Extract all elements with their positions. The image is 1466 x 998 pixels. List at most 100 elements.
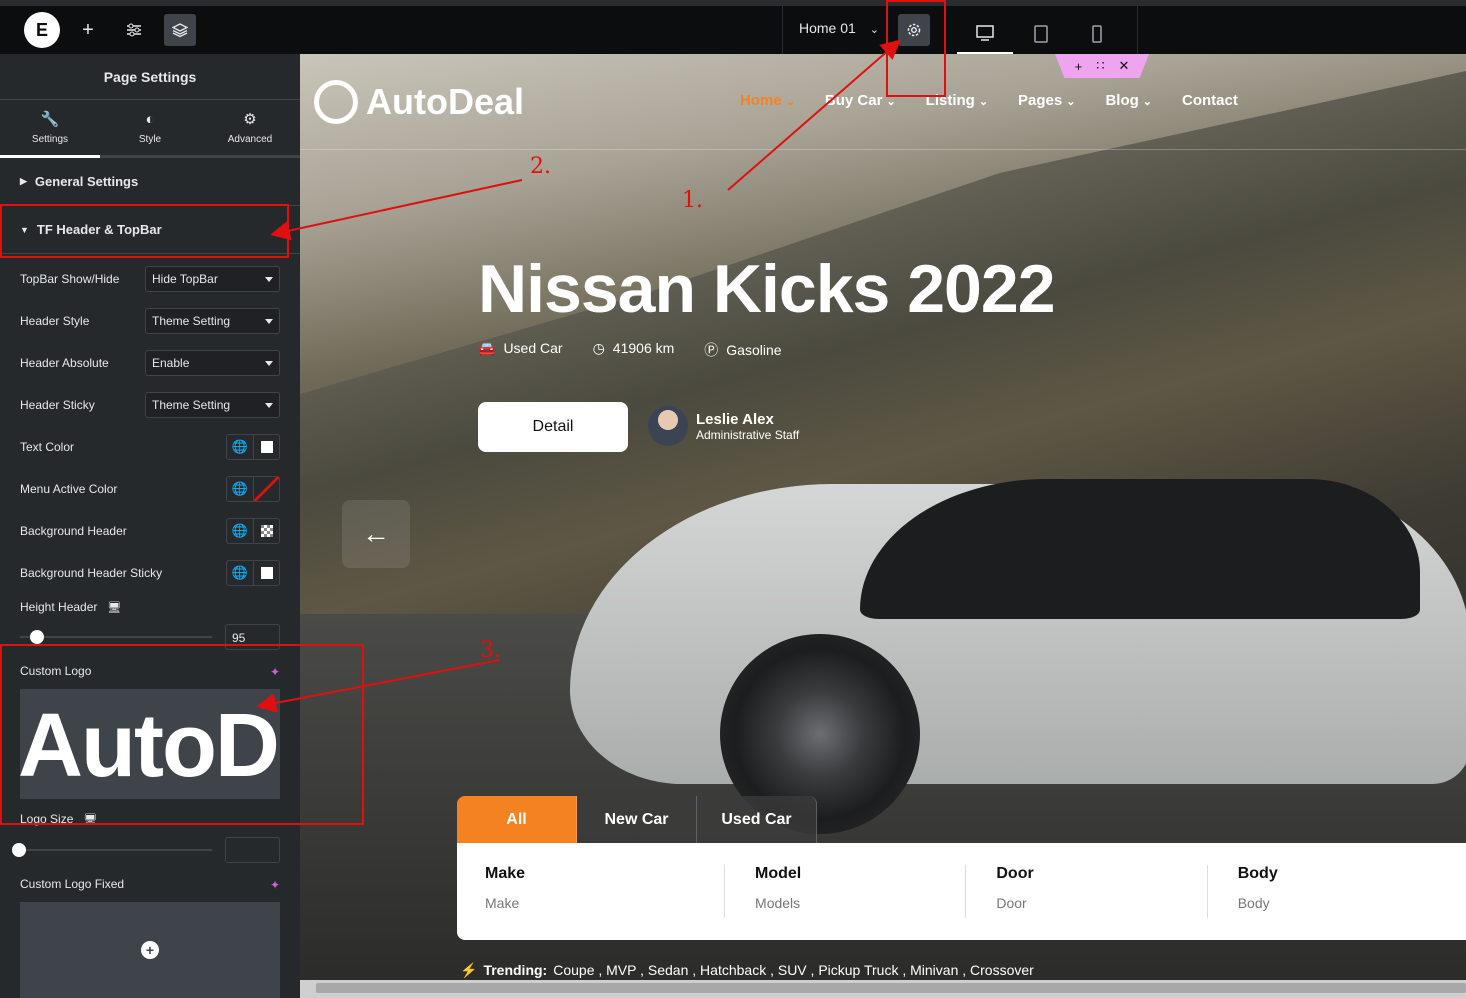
- header-absolute-select[interactable]: Enable: [145, 350, 280, 376]
- panel-title: Page Settings: [0, 54, 300, 100]
- add-element-button[interactable]: +: [72, 14, 104, 46]
- logo-size-slider[interactable]: [12, 843, 212, 857]
- drag-handle-icon[interactable]: ∷: [1096, 58, 1104, 74]
- menu-active-color-swatch[interactable]: [253, 477, 279, 501]
- nav-home[interactable]: Home ⌄: [740, 92, 795, 109]
- custom-logo-fixed-upload[interactable]: +: [20, 902, 280, 998]
- desktop-view-button[interactable]: [957, 14, 1013, 54]
- plus-circle-icon: +: [141, 941, 159, 959]
- speedometer-icon: ◷: [592, 340, 605, 356]
- half-circle-icon: ◐: [145, 110, 155, 128]
- page-selector[interactable]: Home 01 ⌄: [799, 20, 879, 36]
- filter-model[interactable]: Model Models: [725, 865, 967, 918]
- background-header-swatch[interactable]: [253, 519, 279, 543]
- nav-blog[interactable]: Blog ⌄: [1105, 92, 1152, 109]
- gear-icon: ⚙: [243, 111, 257, 128]
- delete-section-icon[interactable]: ✕: [1118, 58, 1129, 74]
- header-style-select[interactable]: Theme Setting: [145, 308, 280, 334]
- filter-make[interactable]: Make Make: [485, 865, 726, 918]
- control-header-absolute: Header Absolute Enable: [20, 350, 280, 376]
- spec-type: 🚘 Used Car: [478, 340, 563, 356]
- filter-door[interactable]: Door Door: [966, 865, 1208, 918]
- mobile-view-button[interactable]: [1069, 14, 1125, 54]
- dollar-icon: Ⓟ: [704, 342, 719, 358]
- main-nav: Home ⌄ Buy Car ⌄ Listing ⌄ Pages ⌄ Blog ⌄ Con…: [740, 92, 1238, 109]
- site-logo[interactable]: AutoDeal: [314, 80, 524, 124]
- tab-settings[interactable]: 🔧 Settings: [0, 100, 100, 158]
- car-window: [860, 479, 1420, 619]
- bolt-icon: ⚡: [460, 962, 478, 978]
- control-header-sticky: Header Sticky Theme Setting: [20, 392, 280, 418]
- monitor-icon: 🖥: [107, 601, 122, 614]
- filter-body[interactable]: Body Body: [1208, 865, 1449, 918]
- section-handle[interactable]: + ∷ ✕: [1055, 54, 1149, 78]
- control-text-color: Text Color 🌐: [20, 434, 280, 460]
- globe-icon[interactable]: 🌐: [227, 561, 253, 585]
- steering-wheel-icon: [314, 80, 358, 124]
- structure-button[interactable]: [164, 14, 196, 46]
- logo-size-input[interactable]: [225, 837, 280, 863]
- mobile-icon: [1092, 25, 1102, 43]
- control-custom-logo-fixed: Custom Logo Fixed: [20, 877, 125, 891]
- tablet-view-button[interactable]: [1013, 14, 1069, 54]
- height-header-slider[interactable]: [20, 630, 212, 644]
- text-color-swatch[interactable]: [253, 435, 279, 459]
- trending-tags: ⚡ Trending: Coupe , MVP , Sedan , Hatchbac…: [460, 962, 1034, 978]
- spec-mileage: ◷ 41906 km: [592, 340, 675, 356]
- panel-tabs: 🔧 Settings ◐ Style ⚙ Advanced: [0, 100, 300, 158]
- prev-slide-button[interactable]: ←: [342, 500, 410, 568]
- control-header-style: Header Style Theme Setting: [20, 308, 280, 334]
- author-card: Leslie Alex Administrative Staff: [648, 406, 799, 446]
- page-preview: AutoDeal Home ⌄ Buy Car ⌄ Listing ⌄ Pages ⌄ …: [300, 54, 1466, 998]
- tablet-icon: [1034, 25, 1048, 43]
- control-background-header: Background Header 🌐: [20, 518, 280, 544]
- control-topbar-show-hide: TopBar Show/Hide Hide TopBar: [20, 266, 280, 292]
- globe-icon[interactable]: 🌐: [227, 435, 253, 459]
- annotation-label-3: 3.: [480, 638, 501, 663]
- tab-all[interactable]: All: [457, 796, 577, 843]
- search-filter: Make Make Model Models Door Door Body Body: [457, 843, 1466, 940]
- author-name: Leslie Alex: [696, 410, 774, 428]
- detail-button[interactable]: Detail: [478, 402, 628, 452]
- tab-advanced[interactable]: ⚙ Advanced: [200, 100, 300, 155]
- elementor-logo-button[interactable]: E: [24, 12, 60, 48]
- avatar: [648, 406, 688, 446]
- horizontal-scrollbar[interactable]: [300, 980, 1466, 998]
- annotation-label-2: 2.: [530, 154, 551, 179]
- annotation-box-1: [886, 0, 946, 97]
- nav-pages[interactable]: Pages ⌄: [1018, 92, 1075, 109]
- nav-contact[interactable]: Contact: [1182, 92, 1238, 109]
- desktop-icon: [976, 25, 994, 41]
- site-settings-button[interactable]: [118, 14, 150, 46]
- topbar-select[interactable]: Hide TopBar: [145, 266, 280, 292]
- annotation-box-3: [0, 644, 364, 825]
- header-sticky-select[interactable]: Theme Setting: [145, 392, 280, 418]
- editor-topbar: E + Home 01 ⌄: [0, 0, 1466, 54]
- add-section-icon[interactable]: +: [1075, 59, 1083, 74]
- page-settings-panel: Page Settings 🔧 Settings ◐ Style ⚙ Advanced…: [0, 54, 300, 998]
- arrow-left-icon: ←: [362, 518, 390, 549]
- globe-icon[interactable]: 🌐: [227, 477, 253, 501]
- ai-sparkle-icon[interactable]: ✦: [270, 878, 280, 892]
- car-icon: 🚘: [478, 340, 496, 356]
- tab-new-car[interactable]: New Car: [577, 796, 697, 843]
- control-background-header-sticky: Background Header Sticky 🌐: [20, 560, 280, 586]
- author-role: Administrative Staff: [696, 427, 800, 442]
- control-height-header: Height Header 🖥: [20, 600, 122, 614]
- annotation-box-2: [0, 204, 289, 258]
- hero-title: Nissan Kicks 2022: [478, 251, 1056, 327]
- sliders-icon: [127, 23, 141, 37]
- search-tabs: All New Car Used Car: [457, 796, 817, 843]
- section-general-settings[interactable]: ▶ General Settings: [0, 158, 300, 206]
- background-header-sticky-swatch[interactable]: [253, 561, 279, 585]
- layers-icon: [172, 23, 188, 38]
- wrench-icon: 🔧: [40, 111, 60, 128]
- spec-fuel: Ⓟ Gasoline: [704, 342, 782, 358]
- tab-used-car[interactable]: Used Car: [697, 796, 817, 843]
- globe-icon[interactable]: 🌐: [227, 519, 253, 543]
- control-menu-active-color: Menu Active Color 🌐: [20, 476, 280, 502]
- site-header: AutoDeal Home ⌄ Buy Car ⌄ Listing ⌄ Pages ⌄ …: [300, 54, 1466, 150]
- caret-right-icon: ▶: [20, 176, 27, 186]
- tab-style[interactable]: ◐ Style: [100, 100, 200, 155]
- annotation-label-1: 1.: [682, 188, 703, 213]
